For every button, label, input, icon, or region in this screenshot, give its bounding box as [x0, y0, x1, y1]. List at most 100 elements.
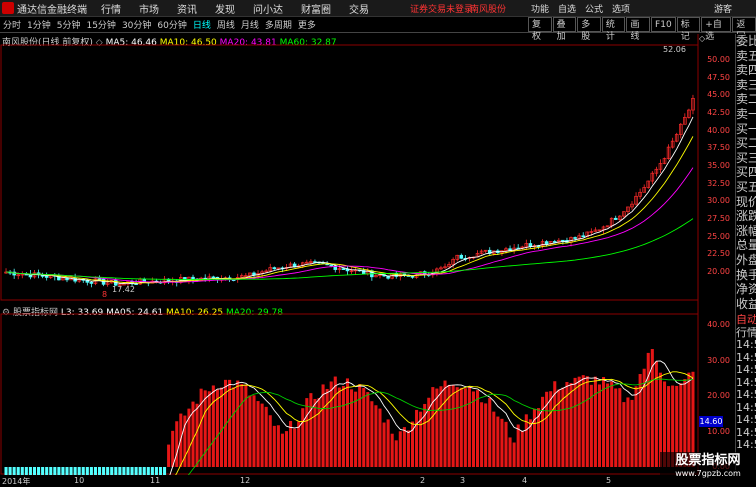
indicator-bar — [585, 376, 589, 467]
indicator-bar — [228, 379, 232, 467]
indicator-bar — [406, 430, 410, 467]
candle-body — [459, 254, 464, 259]
indicator-bar — [260, 403, 264, 467]
indicator-bar — [167, 444, 171, 467]
indicator-bar — [350, 389, 354, 467]
ma20-line — [6, 167, 694, 283]
indicator-bar — [484, 403, 488, 467]
price-tick-label: 37.50 — [707, 143, 730, 153]
side-panel-tick: 14:56 — [736, 376, 756, 389]
indicator-bar — [402, 427, 406, 467]
quote-side-panel: 委比 卖五 卖四 卖三 卖二 卖一 买一 买二 买三 买四 买五 现价 涨跌 涨幅 总量 外盘 换手 净资 收益 自… — [735, 34, 756, 470]
indicator-bar — [488, 398, 492, 467]
side-panel-label: 买三 — [736, 150, 756, 165]
indicator-bar — [207, 391, 211, 467]
indicator-bar — [244, 384, 248, 467]
indicator-bar — [549, 391, 553, 467]
indicator-bar — [211, 385, 215, 467]
indicator-bar — [264, 406, 268, 467]
price-tick-label: 35.00 — [707, 161, 730, 170]
ma10-line — [6, 136, 694, 284]
indicator-bar — [345, 378, 349, 467]
indicator-bar — [496, 416, 500, 467]
indicator-bar — [272, 425, 276, 467]
indicator-bar — [329, 381, 333, 467]
low-price-label: 17.42 — [112, 285, 135, 294]
ma60-line — [6, 218, 694, 280]
indicator-bar — [646, 352, 650, 467]
side-panel-label: 卖二 — [736, 92, 756, 107]
side-panel-tick: 14:56 — [736, 401, 756, 414]
candle-body — [272, 267, 277, 270]
side-panel-label: 涨跌 — [736, 209, 756, 224]
indicator-bar — [508, 437, 512, 467]
pane-shrink-icon[interactable]: ◇ — [699, 34, 705, 43]
indicator-bar — [606, 383, 610, 467]
side-panel-label: 卖四 — [736, 63, 756, 78]
price-pane-frame — [0, 44, 699, 301]
indicator-bar — [354, 391, 358, 467]
indicator-bar — [398, 431, 402, 467]
side-panel-label: 买一 — [736, 121, 756, 136]
indicator-bar — [480, 402, 484, 467]
indicator-tick-label: 10.00 — [707, 426, 730, 436]
indicator-bar — [280, 433, 284, 467]
indicator-bar — [581, 375, 585, 467]
side-panel-tick: 14:56 — [736, 426, 756, 439]
side-panel-label: 总量 — [736, 238, 756, 253]
candle-body — [613, 217, 618, 220]
time-label: 11 — [150, 476, 161, 485]
indicator-bar — [333, 376, 337, 467]
indicator-bar — [471, 391, 476, 467]
side-panel-label: 涨幅 — [736, 223, 756, 238]
indicator-pane-frame — [0, 313, 699, 475]
time-label: 2014年 — [2, 477, 31, 486]
indicator-bar — [362, 388, 366, 467]
indicator-bar — [313, 398, 317, 467]
price-tick-label: 45.00 — [707, 90, 730, 100]
indicator-bar — [610, 381, 614, 467]
indicator-bar — [512, 442, 516, 467]
side-panel-label: 买五 — [736, 179, 756, 194]
indicator-bar — [476, 390, 480, 467]
indicator-bar — [614, 388, 618, 467]
time-label: 12 — [240, 476, 251, 485]
indicator-bar — [626, 397, 630, 467]
indicator-bar — [248, 395, 252, 467]
side-panel-label: 买二 — [736, 136, 756, 151]
indicator-bar — [374, 405, 378, 467]
indicator-bar — [284, 431, 289, 467]
indicator-bar — [240, 383, 244, 467]
side-panel-label: 买四 — [736, 165, 756, 180]
indicator-bar — [439, 386, 443, 467]
indicator-bar — [293, 428, 297, 467]
ma5-line — [6, 116, 694, 285]
candle-body — [528, 243, 533, 247]
kline-chart[interactable] — [0, 0, 735, 487]
candle-body — [544, 241, 549, 245]
candle-body — [89, 281, 94, 284]
side-panel-tick: 行情 — [736, 326, 756, 339]
indicator-bar — [618, 388, 622, 467]
indicator-bar — [256, 401, 260, 467]
indicator-bar — [597, 384, 602, 467]
indicator-bar — [232, 387, 236, 467]
indicator-bar — [215, 389, 219, 467]
time-label: 2 — [420, 476, 426, 485]
price-tick-label: 22.50 — [707, 249, 730, 259]
indicator-bar — [541, 396, 545, 467]
indicator-bar — [622, 402, 626, 467]
indicator-bar — [268, 415, 272, 467]
side-panel-label: 换手 — [736, 267, 756, 282]
tool-back-button[interactable]: 返回 — [732, 17, 756, 42]
indicator-bar — [532, 408, 536, 467]
indicator-tick-label: 40.00 — [707, 320, 730, 329]
indicator-bar — [467, 387, 471, 467]
price-tick-label: 27.50 — [707, 214, 730, 223]
indicator-bar — [219, 387, 223, 467]
time-label: 4 — [522, 476, 528, 485]
indicator-bar — [520, 430, 524, 467]
indicator-bar — [325, 388, 329, 467]
indicator-bar — [500, 418, 504, 467]
low-marker: 8 — [102, 290, 108, 299]
